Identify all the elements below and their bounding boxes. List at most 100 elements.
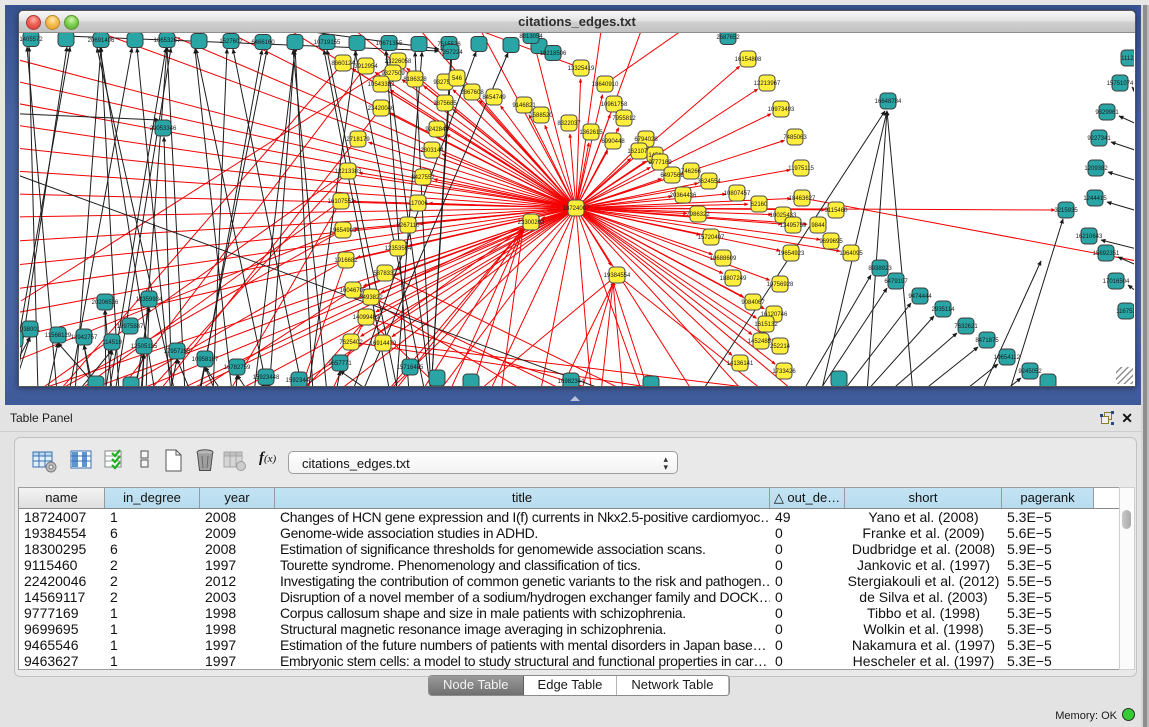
svg-text:12213967: 12213967 bbox=[754, 81, 781, 87]
svg-text:2718179: 2718179 bbox=[346, 137, 370, 143]
svg-text:19975887: 19975887 bbox=[117, 324, 144, 330]
svg-text:116753: 116753 bbox=[1116, 309, 1134, 315]
svg-text:12213383: 12213383 bbox=[335, 169, 362, 175]
svg-text:20206526: 20206526 bbox=[92, 300, 119, 306]
svg-text:1362615: 1362615 bbox=[579, 130, 603, 136]
svg-text:20691406: 20691406 bbox=[88, 38, 115, 44]
svg-text:9227341: 9227341 bbox=[1087, 136, 1111, 142]
svg-text:15716485: 15716485 bbox=[397, 365, 424, 371]
svg-text:12942757: 12942757 bbox=[71, 335, 98, 341]
svg-text:18724007: 18724007 bbox=[563, 206, 590, 212]
svg-text:8660124: 8660124 bbox=[331, 61, 355, 67]
svg-text:1209382: 1209382 bbox=[1084, 166, 1108, 172]
svg-text:19654923: 19654923 bbox=[778, 251, 805, 257]
svg-text:18463627: 18463627 bbox=[789, 196, 816, 202]
svg-text:15692351: 15692351 bbox=[1093, 251, 1120, 257]
svg-text:9146821: 9146821 bbox=[512, 103, 536, 109]
svg-text:9474444: 9474444 bbox=[908, 294, 932, 300]
svg-text:10543382: 10543382 bbox=[368, 82, 395, 88]
svg-text:7632621: 7632621 bbox=[954, 324, 978, 330]
svg-text:9657771: 9657771 bbox=[328, 361, 352, 367]
svg-text:23300203: 23300203 bbox=[518, 220, 545, 226]
svg-text:18807249: 18807249 bbox=[720, 276, 747, 282]
svg-text:10807457: 10807457 bbox=[724, 191, 751, 197]
svg-text:16782759: 16782759 bbox=[224, 365, 251, 371]
svg-text:15720407: 15720407 bbox=[698, 235, 725, 241]
svg-text:1588520: 1588520 bbox=[529, 113, 553, 119]
svg-text:252214: 252214 bbox=[770, 344, 791, 350]
svg-text:2935114: 2935114 bbox=[932, 307, 956, 313]
svg-text:2687652: 2687652 bbox=[716, 35, 740, 41]
svg-text:16154808: 16154808 bbox=[735, 57, 762, 63]
svg-text:12359934: 12359934 bbox=[136, 297, 163, 303]
svg-text:6794028: 6794028 bbox=[634, 137, 658, 143]
svg-text:11568129: 11568129 bbox=[45, 333, 72, 339]
svg-text:10973493: 10973493 bbox=[768, 107, 795, 113]
svg-text:20053346: 20053346 bbox=[150, 126, 177, 132]
svg-text:20364436: 20364436 bbox=[670, 193, 697, 199]
svg-text:7357224: 7357224 bbox=[439, 50, 463, 56]
svg-text:9242848: 9242848 bbox=[425, 127, 449, 133]
svg-text:5493822: 5493822 bbox=[359, 295, 383, 301]
svg-text:16210643: 16210643 bbox=[1076, 234, 1103, 240]
svg-text:1615132: 1615132 bbox=[754, 322, 778, 328]
svg-text:7955812: 7955812 bbox=[612, 116, 636, 122]
svg-text:117006: 117006 bbox=[408, 201, 428, 207]
svg-text:8427552: 8427552 bbox=[411, 175, 435, 181]
svg-text:13495759: 13495759 bbox=[780, 223, 807, 229]
svg-text:16648784: 16648784 bbox=[875, 99, 902, 105]
svg-text:9777169: 9777169 bbox=[648, 160, 672, 166]
svg-text:10719155: 10719155 bbox=[314, 40, 341, 46]
svg-text:12353594: 12353594 bbox=[385, 246, 412, 252]
svg-text:8813054: 8813054 bbox=[519, 34, 543, 40]
svg-text:9245052: 9245052 bbox=[1018, 369, 1042, 375]
svg-text:17957255: 17957255 bbox=[164, 349, 191, 355]
svg-text:16107552: 16107552 bbox=[328, 199, 355, 205]
svg-text:1916682: 1916682 bbox=[334, 258, 358, 264]
svg-text:11123: 11123 bbox=[1121, 56, 1134, 62]
svg-text:8267110: 8267110 bbox=[397, 223, 421, 229]
svg-text:746266: 746266 bbox=[681, 169, 702, 175]
svg-text:1733426: 1733426 bbox=[772, 369, 796, 375]
svg-text:15923448: 15923448 bbox=[253, 375, 280, 381]
svg-text:10958107: 10958107 bbox=[192, 357, 219, 363]
svg-text:16982344: 16982344 bbox=[558, 379, 585, 385]
svg-text:938001: 938001 bbox=[20, 327, 41, 333]
svg-text:6990448: 6990448 bbox=[601, 139, 625, 145]
svg-text:10654112: 10654112 bbox=[994, 355, 1021, 361]
svg-text:2803144: 2803144 bbox=[420, 148, 444, 154]
svg-text:3912954: 3912954 bbox=[354, 64, 378, 70]
svg-text:9329961: 9329961 bbox=[1095, 110, 1119, 116]
svg-text:19218506: 19218506 bbox=[540, 51, 567, 57]
svg-text:5878332: 5878332 bbox=[373, 271, 397, 277]
svg-text:1527602: 1527602 bbox=[219, 39, 243, 45]
svg-text:6479197: 6479197 bbox=[884, 279, 908, 285]
svg-text:3875685: 3875685 bbox=[433, 101, 457, 107]
svg-text:10756928: 10756928 bbox=[767, 282, 794, 288]
svg-text:10671355: 10671355 bbox=[376, 41, 403, 47]
svg-text:12505135: 12505135 bbox=[131, 344, 158, 350]
svg-text:18640910: 18640910 bbox=[592, 82, 619, 88]
svg-text:23420046: 23420046 bbox=[368, 106, 395, 112]
svg-text:2867608: 2867608 bbox=[460, 90, 484, 96]
svg-text:7986322: 7986322 bbox=[686, 212, 710, 218]
svg-text:1405572: 1405572 bbox=[20, 37, 43, 43]
svg-text:14136141: 14136141 bbox=[727, 361, 754, 367]
svg-text:10688609: 10688609 bbox=[710, 256, 737, 262]
svg-text:19654905: 19654905 bbox=[330, 228, 357, 234]
svg-text:6497568: 6497568 bbox=[660, 173, 684, 179]
svg-text:9084067: 9084067 bbox=[741, 300, 765, 306]
svg-text:114519: 114519 bbox=[102, 340, 122, 346]
svg-text:19384554: 19384554 bbox=[604, 273, 631, 279]
svg-text:8938923: 8938923 bbox=[868, 266, 892, 272]
svg-text:15751074: 15751074 bbox=[1107, 81, 1134, 87]
svg-text:8454749: 8454749 bbox=[482, 95, 506, 101]
svg-text:23226058: 23226058 bbox=[385, 59, 412, 65]
svg-text:13325419: 13325419 bbox=[568, 66, 595, 72]
svg-text:9699695: 9699695 bbox=[819, 239, 843, 245]
svg-text:9115460: 9115460 bbox=[825, 208, 849, 214]
svg-text:546: 546 bbox=[452, 76, 463, 82]
svg-text:3624554: 3624554 bbox=[697, 179, 721, 185]
svg-text:62160: 62160 bbox=[751, 202, 768, 208]
svg-text:7625402: 7625402 bbox=[339, 340, 363, 346]
